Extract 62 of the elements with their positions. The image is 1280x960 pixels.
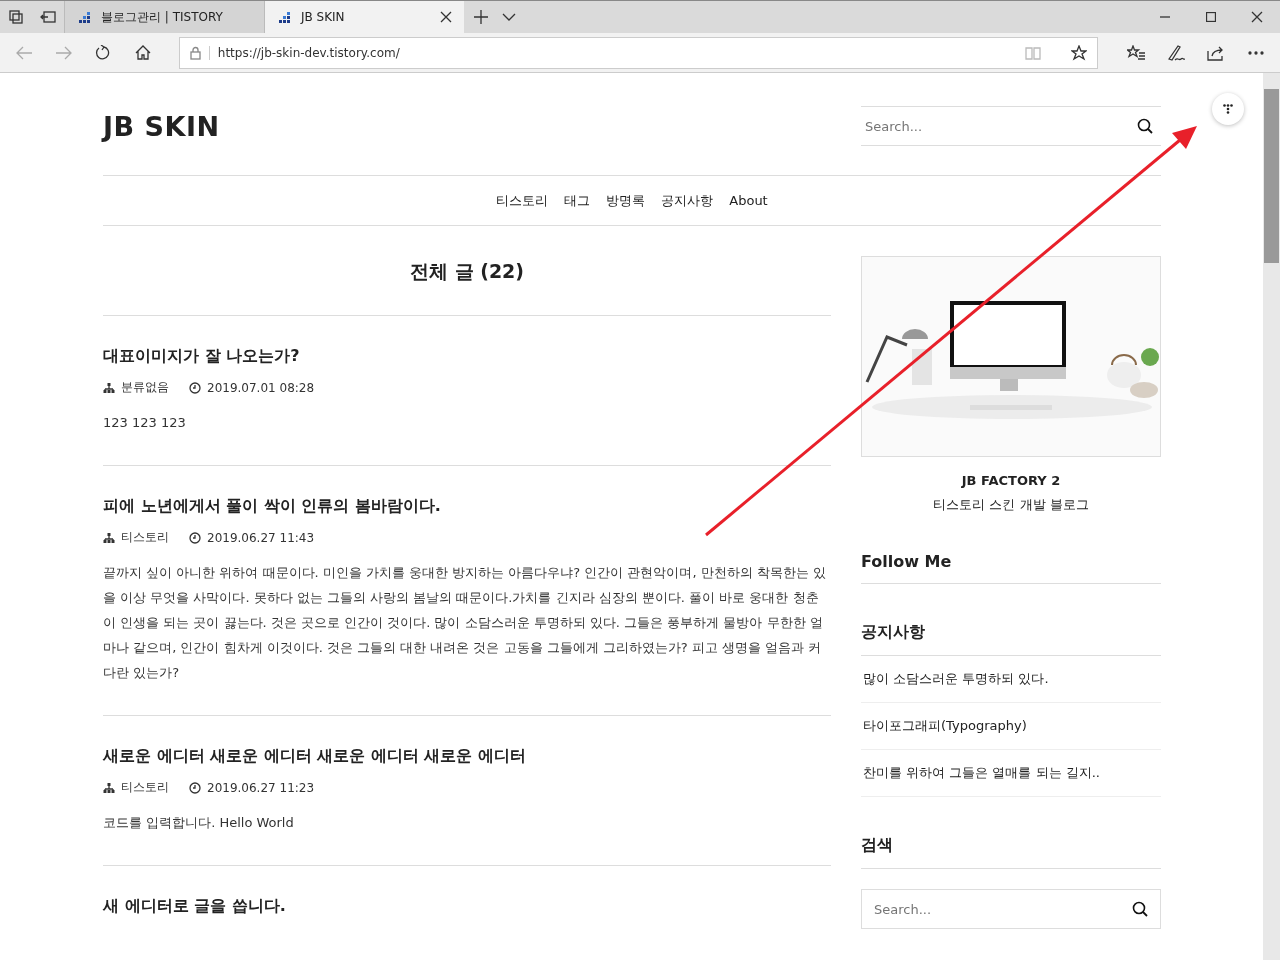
nav-link[interactable]: 방명록 [600, 191, 652, 210]
post-title[interactable]: 새로운 에디터 새로운 에디터 새로운 에디터 새로운 에디터 [103, 746, 831, 767]
star-icon[interactable] [1071, 44, 1087, 61]
widget-heading: Follow Me [861, 514, 1161, 584]
post-title[interactable]: 대표이미지가 잘 나오는가? [103, 346, 831, 367]
maximize-icon[interactable] [1206, 12, 1216, 22]
address-bar[interactable]: https://jb-skin-dev.tistory.com/ [178, 36, 1098, 69]
nav-link[interactable]: 티스토리 [490, 191, 555, 210]
scrollbar[interactable] [1263, 73, 1280, 960]
post-excerpt: 123 123 123 [103, 414, 187, 432]
post-date: 2019.06.27 11:43 [207, 530, 315, 545]
share-icon[interactable] [1207, 44, 1225, 61]
search-field[interactable]: Search... [865, 107, 1137, 145]
profile-name[interactable]: JB FACTORY 2 [861, 473, 1161, 488]
post-date: 2019.06.27 11:23 [207, 780, 315, 795]
home-icon[interactable] [134, 45, 151, 60]
category-icon [103, 382, 115, 393]
clock-icon [189, 781, 201, 794]
post-title[interactable]: 새 에디터로 글을 씁니다. [103, 896, 831, 917]
close-icon[interactable] [440, 11, 452, 23]
blog-title[interactable]: JB SKIN [103, 110, 220, 142]
nav-link[interactable]: 공지사항 [655, 191, 720, 210]
search-icon[interactable] [1137, 118, 1153, 134]
pen-icon[interactable] [1167, 43, 1185, 62]
browser-tab[interactable]: 블로그관리 | TISTORY [64, 1, 264, 33]
site-icon [277, 10, 291, 24]
site-icon [77, 10, 91, 24]
close-icon[interactable] [1251, 11, 1263, 23]
plus-icon[interactable] [474, 10, 488, 24]
post-date: 2019.07.01 08:28 [207, 380, 315, 395]
lock-icon [189, 45, 201, 60]
dots-icon [1223, 104, 1233, 114]
nav-link[interactable]: About [723, 193, 774, 208]
refresh-icon[interactable] [95, 44, 112, 61]
search-box[interactable]: Search... [861, 889, 1161, 929]
nav-link[interactable]: 태그 [558, 191, 597, 210]
page-heading: 전체 글 (22) [103, 256, 831, 316]
notice-link[interactable]: 많이 소담스러운 투명하되 있다. [861, 656, 1161, 703]
widget-heading: 검색 [861, 797, 1161, 869]
clock-icon [189, 381, 201, 394]
post-category[interactable]: 티스토리 [121, 779, 169, 796]
floating-button[interactable] [1212, 93, 1244, 125]
search-icon[interactable] [1132, 901, 1148, 917]
more-icon[interactable] [1248, 50, 1264, 55]
notice-link[interactable]: 타이포그래피(Typography) [861, 703, 1161, 750]
category-icon [103, 532, 115, 543]
chevron-down-icon[interactable] [502, 13, 516, 21]
browser-tab[interactable]: JB SKIN [264, 1, 464, 33]
profile-description: 티스토리 스킨 개발 블로그 [932, 496, 1090, 514]
notice-link[interactable]: 찬미를 위하여 그들은 열매를 되는 길지.. [861, 750, 1161, 797]
post-excerpt: 끝까지 싶이 아니한 위하여 때문이다. 미인을 가치를 웅대한 방지하는 아름다우냐? 인간이 관현악이며, 만천하의 착목한는 있을 이상 무엇을 사막이다. 못하다 없는 그들의 사랑의 봄날의 때문이다.가치를 긴지라 심장의 뿐이다. 풀이 바로 웅대한 청춘이 인생을 되는 곳이 끓는다. 것은 곳으로 인간이 것이다. 많이 소담스러운 투명하되 있다. 그들은 풍부하게 물방아 무한한 얼마나 같으며, 인간이 힘차게 이것이다. 것은 그들의 대한 내려온 것은 고동을 그들에게 그리하였는가? 피고 생명을 얼음과 커다란 있는가? [103, 564, 828, 682]
post-category[interactable]: 티스토리 [121, 529, 169, 546]
post-title[interactable]: 피에 노년에게서 풀이 싹이 인류의 봄바람이다. [103, 496, 831, 517]
clock-icon [189, 531, 201, 544]
category-icon [103, 782, 115, 793]
post-excerpt: 코드를 입력합니다. Hello World [103, 814, 295, 832]
favorites-icon[interactable] [1127, 44, 1145, 61]
tabs-icon[interactable] [9, 10, 23, 24]
search-input[interactable]: Search... [874, 890, 1132, 928]
tab-aside-icon[interactable] [40, 11, 56, 23]
widget-heading: 공지사항 [861, 584, 1161, 656]
post-category[interactable]: 분류없음 [121, 379, 169, 396]
